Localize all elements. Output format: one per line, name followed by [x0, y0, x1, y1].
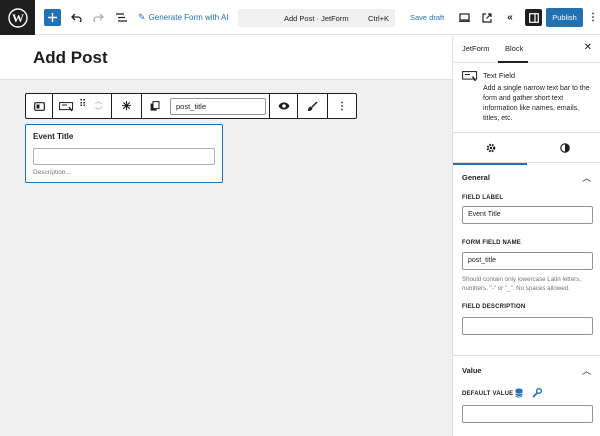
move-down-icon[interactable]: ﹀: [95, 106, 102, 116]
form-field-name-input[interactable]: post_title: [462, 252, 593, 270]
block-card-title: Text Field: [483, 71, 516, 80]
block-transform-button[interactable]: [26, 94, 53, 118]
editor-canvas: Add Post ⠿ ︿ ﹀ ✳ post_title ⋮ Event Titl…: [0, 36, 452, 436]
preview-button[interactable]: [457, 8, 471, 27]
text-field-block[interactable]: Event Title Description...: [25, 124, 223, 183]
form-field-name-help: Should contain only lowercase Latin lett…: [462, 276, 582, 292]
tab-block[interactable]: Block: [505, 44, 523, 53]
sidebar-tabs: JetForm Block ✕: [453, 36, 600, 63]
brush-icon: [308, 100, 318, 111]
visibility-button[interactable]: [270, 94, 298, 118]
block-card: Text Field Add a single narrow text bar …: [453, 63, 600, 133]
gear-icon[interactable]: [486, 143, 496, 153]
publish-button[interactable]: Publish: [546, 8, 583, 27]
block-text-input[interactable]: [33, 148, 215, 165]
text-field-icon: [462, 71, 478, 82]
block-mover-group: ⠿ ︿ ﹀: [53, 94, 112, 118]
vertical-ellipsis-icon: ⋮: [588, 11, 598, 23]
asterisk-icon: ✳: [121, 99, 132, 113]
external-link-icon: [482, 12, 492, 23]
contrast-icon[interactable]: [560, 143, 570, 153]
field-name-input[interactable]: post_title: [170, 97, 266, 115]
redo-button[interactable]: [90, 8, 106, 27]
default-value-input[interactable]: [462, 405, 593, 423]
generate-form-ai-button[interactable]: ✎ Generate Form with AI: [138, 8, 229, 27]
move-up-icon[interactable]: ︿: [95, 96, 102, 106]
view-post-button[interactable]: [480, 8, 494, 27]
default-value-label: DEFAULT VALUE: [462, 391, 514, 397]
block-description[interactable]: Description...: [33, 169, 71, 176]
active-subtab-indicator: [453, 163, 527, 165]
vertical-ellipsis-icon: ⋮: [337, 100, 347, 112]
block-options-button[interactable]: ⋮: [328, 94, 356, 118]
general-panel-title: General: [462, 173, 490, 182]
block-toolbar: ⠿ ︿ ﹀ ✳ post_title ⋮: [25, 93, 357, 119]
generate-form-ai-label: Generate Form with AI: [148, 13, 229, 22]
field-description-input[interactable]: [462, 317, 593, 335]
panel-divider: [453, 355, 600, 356]
chevron-up-icon: ︿: [581, 366, 591, 376]
plus-icon: [48, 13, 57, 22]
eye-icon: [278, 102, 289, 110]
block-field-label: Event Title: [33, 132, 74, 141]
title-area: Add Post: [0, 36, 452, 80]
wrench-icon[interactable]: [532, 388, 542, 398]
wordpress-icon: W: [7, 7, 28, 28]
editor-top-bar: W ✎ Generate Form with AI Add Post · Jet…: [0, 0, 600, 35]
field-description-label: FIELD DESCRIPTION: [462, 304, 526, 310]
block-inserter-button[interactable]: [44, 9, 61, 26]
block-card-description: Add a single narrow text bar to the form…: [483, 85, 590, 122]
magic-wand-icon: ✎: [138, 12, 146, 22]
value-panel-title: Value: [462, 366, 482, 375]
document-overview-button[interactable]: [113, 8, 129, 27]
copy-icon[interactable]: [150, 101, 160, 111]
document-title: Add Post · JetForm: [284, 14, 349, 23]
collapse-button[interactable]: «: [503, 8, 517, 27]
settings-sidebar: JetForm Block ✕ Text Field Add a single …: [452, 36, 600, 436]
text-field-icon: [59, 102, 74, 112]
tab-jetform[interactable]: JetForm: [462, 44, 490, 53]
block-type-icon: [33, 101, 45, 111]
field-label-label: FIELD LABEL: [462, 195, 504, 201]
settings-sidebar-toggle[interactable]: [525, 9, 542, 26]
wordpress-logo-button[interactable]: W: [0, 0, 35, 35]
double-chevron-left-icon: «: [507, 12, 513, 23]
desktop-icon: [458, 13, 470, 22]
sidebar-icon: [528, 12, 539, 23]
field-name-group: post_title: [142, 94, 270, 118]
post-title[interactable]: Add Post: [33, 48, 108, 68]
command-palette-bar[interactable]: Add Post · JetForm Ctrl+K: [238, 9, 395, 27]
style-brush-button[interactable]: [298, 94, 328, 118]
general-panel-header[interactable]: General ︿: [453, 168, 600, 188]
undo-icon: [70, 13, 82, 22]
close-sidebar-icon[interactable]: ✕: [584, 42, 592, 53]
required-toggle-button[interactable]: ✳: [112, 94, 142, 118]
redo-icon: [92, 13, 104, 22]
database-icon[interactable]: [515, 388, 523, 398]
save-draft-button[interactable]: Save draft: [410, 8, 444, 27]
chevron-up-icon: ︿: [581, 173, 591, 183]
value-panel-header[interactable]: Value ︿: [453, 361, 600, 381]
form-field-name-label: FORM FIELD NAME: [462, 240, 521, 246]
options-menu-button[interactable]: ⋮: [588, 8, 598, 27]
undo-button[interactable]: [68, 8, 84, 27]
command-shortcut: Ctrl+K: [367, 14, 389, 23]
list-view-icon: [115, 13, 127, 22]
svg-text:W: W: [12, 11, 24, 25]
settings-subtabs: [453, 133, 600, 163]
drag-handle-icon[interactable]: ⠿: [79, 99, 86, 110]
field-label-input[interactable]: Event Title: [462, 206, 593, 224]
